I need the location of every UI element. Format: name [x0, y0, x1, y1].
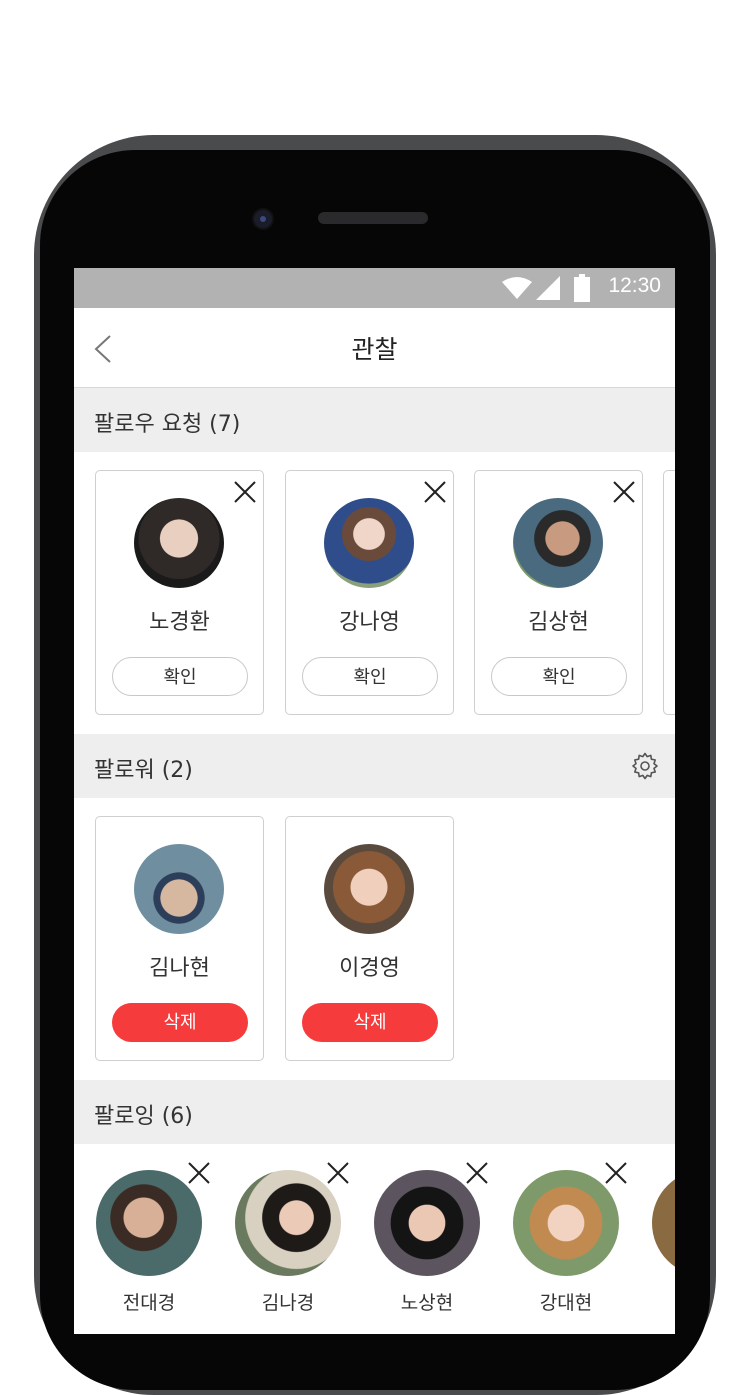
- avatar: [134, 844, 224, 934]
- page-title: 관찰: [351, 335, 398, 364]
- earpiece-speaker: [318, 212, 428, 224]
- user-name: 김나경: [261, 1292, 315, 1314]
- follow-requests-header: 팔로우 요청 (7): [74, 388, 675, 452]
- user-name: 이경영: [339, 956, 400, 981]
- confirm-button[interactable]: 확인: [302, 657, 438, 696]
- avatar: [134, 498, 224, 588]
- front-camera: [252, 208, 274, 230]
- wifi-icon: [502, 277, 532, 299]
- follow-request-card: 김상현 확인: [474, 470, 643, 715]
- follow-request-card: 노경환 확인: [95, 470, 264, 715]
- confirm-button[interactable]: 확인: [112, 657, 248, 696]
- close-icon[interactable]: [464, 1160, 490, 1186]
- following-item[interactable]: 강대현: [513, 1162, 627, 1320]
- close-icon[interactable]: [611, 479, 637, 505]
- user-name: 강대현: [539, 1292, 593, 1314]
- user-name: 전대경: [122, 1292, 176, 1314]
- following-item[interactable]: 노상현: [374, 1162, 488, 1320]
- status-bar: 12:30: [74, 268, 675, 308]
- following-item-partial[interactable]: [652, 1170, 675, 1320]
- delete-button[interactable]: 삭제: [302, 1003, 438, 1042]
- avatar: [324, 844, 414, 934]
- follower-card: 이경영 삭제: [285, 816, 454, 1061]
- user-name: 노경환: [149, 610, 210, 635]
- confirm-button[interactable]: 확인: [491, 657, 627, 696]
- user-name: 김상현: [528, 610, 589, 635]
- close-icon[interactable]: [186, 1160, 212, 1186]
- followers-header: 팔로워 (2): [74, 734, 675, 798]
- follower-card: 김나현 삭제: [95, 816, 264, 1061]
- delete-button[interactable]: 삭제: [112, 1003, 248, 1042]
- user-name: 노상현: [400, 1292, 454, 1314]
- app-screen: 12:30 관찰 팔로우 요청 (7) 노경환 확인 강나영 확인 김상현 확인: [74, 268, 675, 1334]
- avatar: [652, 1170, 675, 1276]
- top-nav-bar: 관찰: [74, 308, 675, 388]
- following-header: 팔로잉 (6): [74, 1080, 675, 1144]
- follow-request-card: 강나영 확인: [285, 470, 454, 715]
- status-time: 12:30: [608, 274, 661, 297]
- following-list: 전대경 김나경 노상현 강대현: [96, 1162, 675, 1330]
- close-icon[interactable]: [603, 1160, 629, 1186]
- following-title: 팔로잉 (6): [94, 1104, 193, 1129]
- gear-icon[interactable]: [631, 752, 659, 780]
- close-icon[interactable]: [325, 1160, 351, 1186]
- close-icon[interactable]: [422, 479, 448, 505]
- user-name: 김나현: [149, 956, 210, 981]
- following-item[interactable]: 김나경: [235, 1162, 349, 1320]
- battery-icon: [574, 274, 590, 302]
- user-name: 강나영: [339, 610, 400, 635]
- avatar: [513, 498, 603, 588]
- follow-request-card-partial: [663, 470, 675, 715]
- avatar: [324, 498, 414, 588]
- cellular-signal-icon: [536, 276, 560, 300]
- follow-requests-title: 팔로우 요청 (7): [94, 412, 241, 437]
- close-icon[interactable]: [232, 479, 258, 505]
- following-item[interactable]: 전대경: [96, 1162, 210, 1320]
- followers-title: 팔로워 (2): [94, 758, 193, 783]
